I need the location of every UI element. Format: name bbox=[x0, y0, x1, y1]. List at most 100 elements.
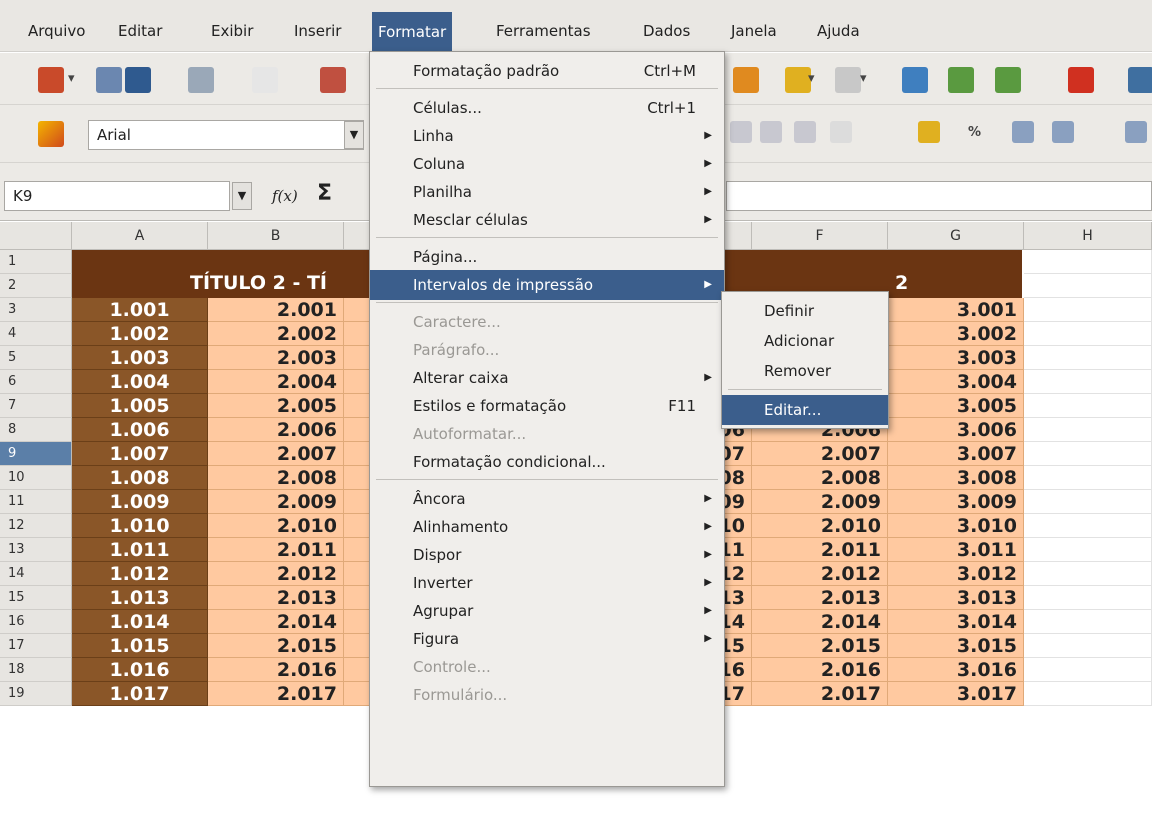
cell-g3[interactable]: 3.001 bbox=[888, 298, 1024, 322]
cell-h9[interactable] bbox=[1024, 442, 1152, 466]
menu-item-estilos-e-formatacao[interactable]: Estilos e formatação F11 bbox=[370, 391, 724, 421]
function-wizard-icon[interactable]: f(x) bbox=[272, 187, 298, 205]
column-header-b[interactable]: B bbox=[208, 222, 344, 250]
cell-g7[interactable]: 3.005 bbox=[888, 394, 1024, 418]
cell-h16[interactable] bbox=[1024, 610, 1152, 634]
cell-h12[interactable] bbox=[1024, 514, 1152, 538]
cell-b9[interactable]: 2.007 bbox=[208, 442, 344, 466]
cell-g5[interactable]: 3.003 bbox=[888, 346, 1024, 370]
paintbrush-icon[interactable] bbox=[733, 67, 759, 93]
column-header-h[interactable]: H bbox=[1024, 222, 1152, 250]
row-header-16[interactable]: 16 bbox=[0, 610, 72, 634]
cell-h19[interactable] bbox=[1024, 682, 1152, 706]
sum-icon[interactable]: Σ bbox=[317, 181, 332, 206]
cell-a19[interactable]: 1.017 bbox=[72, 682, 208, 706]
sort-descending-icon[interactable] bbox=[995, 67, 1021, 93]
cell-b19[interactable]: 2.017 bbox=[208, 682, 344, 706]
name-box[interactable]: K9 bbox=[4, 181, 230, 211]
edit-file-icon[interactable] bbox=[252, 67, 278, 93]
cell-g6[interactable]: 3.004 bbox=[888, 370, 1024, 394]
menu-item-celulas[interactable]: Células... Ctrl+1 bbox=[370, 93, 724, 123]
cell-g12[interactable]: 3.010 bbox=[888, 514, 1024, 538]
submenu-item-definir[interactable]: Definir bbox=[722, 296, 888, 326]
menu-ferramentas[interactable]: Ferramentas bbox=[490, 16, 597, 46]
increase-decimal-icon[interactable] bbox=[1012, 121, 1034, 143]
cell-g4[interactable]: 3.002 bbox=[888, 322, 1024, 346]
styles-icon[interactable] bbox=[38, 121, 64, 147]
cell-g19[interactable]: 3.017 bbox=[888, 682, 1024, 706]
row-header-3[interactable]: 3 bbox=[0, 298, 72, 322]
cell-h6[interactable] bbox=[1024, 370, 1152, 394]
menu-item-mesclar-celulas[interactable]: Mesclar células ▶ bbox=[370, 205, 724, 235]
cell-h3[interactable] bbox=[1024, 298, 1152, 322]
font-name-dropdown[interactable]: ▼ bbox=[344, 121, 364, 149]
menu-ajuda[interactable]: Ajuda bbox=[811, 16, 866, 46]
menu-exibir[interactable]: Exibir bbox=[205, 16, 259, 46]
cell-a18[interactable]: 1.016 bbox=[72, 658, 208, 682]
column-header-a[interactable]: A bbox=[72, 222, 208, 250]
cell-a14[interactable]: 1.012 bbox=[72, 562, 208, 586]
cell-b12[interactable]: 2.010 bbox=[208, 514, 344, 538]
cell-g8[interactable]: 3.006 bbox=[888, 418, 1024, 442]
row-header-14[interactable]: 14 bbox=[0, 562, 72, 586]
cell-h8[interactable] bbox=[1024, 418, 1152, 442]
percent-icon[interactable]: % bbox=[968, 125, 981, 140]
menu-item-linha[interactable]: Linha ▶ bbox=[370, 121, 724, 151]
cell-g18[interactable]: 3.016 bbox=[888, 658, 1024, 682]
row-header-1[interactable]: 1 bbox=[0, 250, 72, 274]
export-pdf-icon[interactable] bbox=[320, 67, 346, 93]
cell-h4[interactable] bbox=[1024, 322, 1152, 346]
column-header-f[interactable]: F bbox=[752, 222, 888, 250]
toolbar-dropdown-arrow-icon[interactable]: ▾ bbox=[808, 71, 815, 86]
cell-a4[interactable]: 1.002 bbox=[72, 322, 208, 346]
cell-b5[interactable]: 2.003 bbox=[208, 346, 344, 370]
row-header-10[interactable]: 10 bbox=[0, 466, 72, 490]
menu-item-alinhamento[interactable]: Alinhamento ▶ bbox=[370, 512, 724, 542]
menu-janela[interactable]: Janela bbox=[725, 16, 783, 46]
row-header-7[interactable]: 7 bbox=[0, 394, 72, 418]
cell-f9[interactable]: 2.007 bbox=[752, 442, 888, 466]
cell-h5[interactable] bbox=[1024, 346, 1152, 370]
cell-h7[interactable] bbox=[1024, 394, 1152, 418]
justify-icon[interactable] bbox=[760, 121, 782, 143]
cell-f10[interactable]: 2.008 bbox=[752, 466, 888, 490]
decrease-decimal-icon[interactable] bbox=[1052, 121, 1074, 143]
align-right-icon[interactable] bbox=[730, 121, 752, 143]
submenu-item-remover[interactable]: Remover bbox=[722, 356, 888, 386]
align-block-icon[interactable] bbox=[794, 121, 816, 143]
cell-f19[interactable]: 2.017 bbox=[752, 682, 888, 706]
menu-item-dispor[interactable]: Dispor ▶ bbox=[370, 540, 724, 570]
cell-b10[interactable]: 2.008 bbox=[208, 466, 344, 490]
row-header-9[interactable]: 9 bbox=[0, 442, 72, 466]
row-header-6[interactable]: 6 bbox=[0, 370, 72, 394]
cell-h18[interactable] bbox=[1024, 658, 1152, 682]
cell-b11[interactable]: 2.009 bbox=[208, 490, 344, 514]
cell-h10[interactable] bbox=[1024, 466, 1152, 490]
merge-cells-icon[interactable] bbox=[830, 121, 852, 143]
sort-ascending-icon[interactable] bbox=[948, 67, 974, 93]
cell-b6[interactable]: 2.004 bbox=[208, 370, 344, 394]
toolbar-dropdown-arrow-icon[interactable]: ▾ bbox=[68, 71, 75, 86]
menu-item-figura[interactable]: Figura ▶ bbox=[370, 624, 724, 654]
cell-a16[interactable]: 1.014 bbox=[72, 610, 208, 634]
menu-item-alterar-caixa[interactable]: Alterar caixa ▶ bbox=[370, 363, 724, 393]
extra-icon[interactable] bbox=[1128, 67, 1152, 93]
row-header-18[interactable]: 18 bbox=[0, 658, 72, 682]
menu-item-planilha[interactable]: Planilha ▶ bbox=[370, 177, 724, 207]
row-header-15[interactable]: 15 bbox=[0, 586, 72, 610]
row-header-5[interactable]: 5 bbox=[0, 346, 72, 370]
name-box-dropdown[interactable]: ▼ bbox=[232, 182, 252, 210]
cell-f11[interactable]: 2.009 bbox=[752, 490, 888, 514]
navigator-icon[interactable] bbox=[902, 67, 928, 93]
cell-a9[interactable]: 1.007 bbox=[72, 442, 208, 466]
row-header-13[interactable]: 13 bbox=[0, 538, 72, 562]
cell-f12[interactable]: 2.010 bbox=[752, 514, 888, 538]
cell-a17[interactable]: 1.015 bbox=[72, 634, 208, 658]
select-all-corner[interactable] bbox=[0, 222, 72, 250]
cell-b13[interactable]: 2.011 bbox=[208, 538, 344, 562]
cell-g10[interactable]: 3.008 bbox=[888, 466, 1024, 490]
menu-item-ancora[interactable]: Âncora ▶ bbox=[370, 484, 724, 514]
menu-inserir[interactable]: Inserir bbox=[288, 16, 347, 46]
menu-item-coluna[interactable]: Coluna ▶ bbox=[370, 149, 724, 179]
cell-b7[interactable]: 2.005 bbox=[208, 394, 344, 418]
